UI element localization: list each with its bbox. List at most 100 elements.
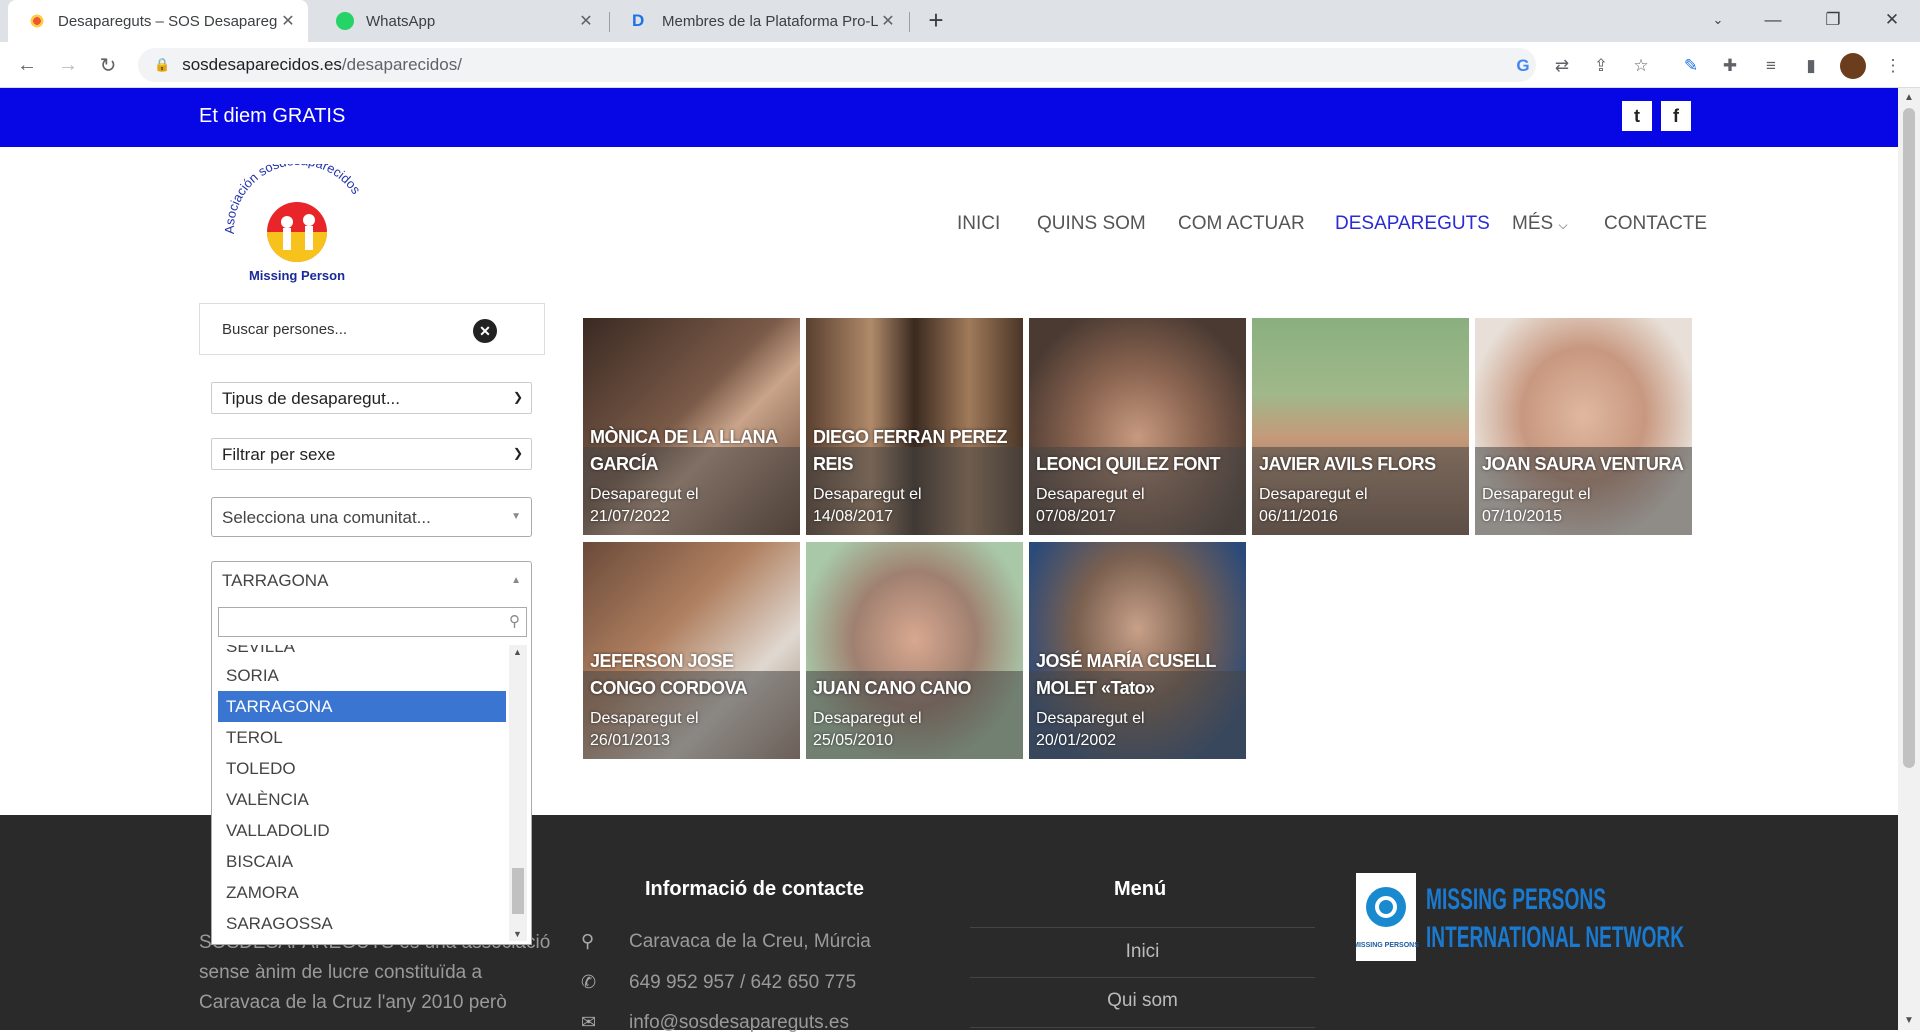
- person-card[interactable]: LEONCI QUILEZ FONT Desaparegut el 07/08/2…: [1029, 318, 1246, 535]
- nav-contacte[interactable]: CONTACTE: [1604, 213, 1707, 235]
- side-panel-icon[interactable]: ▮: [1800, 55, 1822, 77]
- person-card[interactable]: JOAN SAURA VENTURA Desaparegut el 07/10/2…: [1475, 318, 1692, 535]
- option-terol[interactable]: TEROL: [218, 722, 506, 753]
- person-card[interactable]: DIEGO FERRAN PEREZ REIS Desaparegut el 14…: [806, 318, 1023, 535]
- tab-whatsapp[interactable]: WhatsApp ✕: [316, 0, 606, 42]
- reload-icon[interactable]: ↻: [94, 51, 122, 79]
- nav-com-actuar[interactable]: COM ACTUAR: [1178, 213, 1305, 235]
- option-valladolid[interactable]: VALLADOLID: [218, 815, 506, 846]
- extension-feather-icon[interactable]: ✎: [1680, 55, 1702, 77]
- province-dropdown: ⚲ SEVILLA SORIA TARRAGONA TEROL TOLEDO V…: [211, 593, 532, 945]
- email-link[interactable]: info@sosdesapareguts.es: [629, 1012, 849, 1034]
- scroll-up-icon[interactable]: ▲: [513, 647, 522, 657]
- caret-up-icon: ▲: [511, 575, 521, 586]
- clear-search-icon[interactable]: ✕: [473, 319, 497, 343]
- url-host: sosdesaparecidos.es: [182, 55, 342, 74]
- forward-icon[interactable]: →: [54, 51, 82, 79]
- address-bar: ← → ↻ 🔒 sosdesaparecidos.es/desaparecido…: [0, 42, 1920, 88]
- province-options: SEVILLA SORIA TARRAGONA TEROL TOLEDO VAL…: [218, 645, 508, 944]
- restore-icon[interactable]: ❐: [1805, 0, 1861, 40]
- sex-select[interactable]: Filtrar per sexe ❯: [211, 438, 532, 470]
- scroll-down-icon[interactable]: ▼: [513, 929, 522, 939]
- nav-quins-som[interactable]: QUINS SOM: [1037, 213, 1146, 235]
- share-icon[interactable]: ⇪: [1590, 55, 1612, 77]
- close-window-icon[interactable]: ✕: [1864, 0, 1920, 40]
- option-zamora[interactable]: ZAMORA: [218, 877, 506, 908]
- nav-inici[interactable]: INICI: [957, 213, 1000, 235]
- person-card[interactable]: JUAN CANO CANO Desaparegut el 25/05/2010: [806, 542, 1023, 759]
- twitter-icon[interactable]: t: [1622, 101, 1652, 131]
- url-field[interactable]: 🔒 sosdesaparecidos.es/desaparecidos/: [138, 48, 1536, 82]
- back-icon[interactable]: ←: [13, 51, 41, 79]
- person-name: JAVIER AVILS FLORS: [1259, 454, 1436, 474]
- bookmark-star-icon[interactable]: ☆: [1630, 55, 1652, 77]
- missing-persons-network-logo[interactable]: MISSING PERSONS MISSING PERSONS INTERNAT…: [1356, 873, 1686, 961]
- option-biscaia[interactable]: BISCAIA: [218, 846, 506, 877]
- province-select[interactable]: TARRAGONA ▲: [211, 561, 532, 595]
- community-select[interactable]: Selecciona una comunitat... ▼: [211, 497, 532, 537]
- tab-plataforma[interactable]: D Membres de la Plataforma Pro-Ll ✕: [612, 0, 908, 42]
- option-valencia[interactable]: VALÈNCIA: [218, 784, 506, 815]
- tab-search-icon[interactable]: ⌄: [1690, 0, 1746, 40]
- footer-menu-qui-som[interactable]: Qui som: [970, 990, 1315, 1012]
- type-select[interactable]: Tipus de desaparegut... ❯: [211, 382, 532, 414]
- scroll-up-icon[interactable]: ▲: [1904, 92, 1914, 103]
- missing-date: Desaparegut el 07/08/2017: [1036, 484, 1145, 528]
- profile-avatar[interactable]: [1840, 53, 1866, 79]
- mpin-line1: MISSING PERSONS: [1426, 883, 1606, 916]
- chevron-down-icon: ⌵: [1558, 218, 1568, 232]
- option-saragossa[interactable]: SARAGOSSA: [218, 908, 506, 939]
- google-icon[interactable]: G: [1512, 55, 1534, 77]
- tab-title: WhatsApp: [366, 12, 436, 30]
- site-logo[interactable]: Asociación sosdesaparecidos Missing Pers…: [222, 164, 372, 286]
- nav-desapareguts[interactable]: DESAPAREGUTS: [1335, 213, 1490, 235]
- date-value: 07/08/2017: [1036, 508, 1117, 525]
- minimize-icon[interactable]: —: [1745, 0, 1801, 40]
- option-soria[interactable]: SORIA: [218, 660, 506, 691]
- date-value: 26/01/2013: [590, 732, 671, 749]
- footer-menu-inici[interactable]: Inici: [970, 941, 1315, 963]
- tab-title: Desapareguts – SOS Desaparegu: [58, 12, 278, 30]
- phone-text: 649 952 957 / 642 650 775: [629, 972, 857, 993]
- facebook-icon[interactable]: f: [1661, 101, 1691, 131]
- search-placeholder: Buscar persones...: [222, 321, 348, 338]
- person-name: MÒNICA DE LA LLANA GARCÍA: [590, 427, 777, 474]
- person-name: LEONCI QUILEZ FONT: [1036, 454, 1221, 474]
- lock-icon: 🔒: [154, 57, 171, 72]
- menu-divider: [970, 927, 1315, 928]
- option-toledo[interactable]: TOLEDO: [218, 753, 506, 784]
- province-select-value: TARRAGONA: [222, 571, 329, 590]
- nav-mes[interactable]: MÉS ⌵: [1512, 213, 1568, 235]
- tab-desapareguts[interactable]: Desapareguts – SOS Desaparegu ✕: [8, 0, 308, 42]
- date-label: Desaparegut el: [590, 710, 699, 727]
- date-label: Desaparegut el: [813, 710, 922, 727]
- person-card[interactable]: MÒNICA DE LA LLANA GARCÍA Desaparegut el…: [583, 318, 800, 535]
- dropdown-scroll-thumb[interactable]: [512, 868, 524, 914]
- province-search-input[interactable]: ⚲: [218, 607, 527, 637]
- scrollbar-thumb[interactable]: [1903, 108, 1915, 768]
- menu-dots-icon[interactable]: ⋮: [1882, 55, 1904, 77]
- close-tab-icon[interactable]: ✕: [576, 11, 596, 31]
- missing-date: Desaparegut el 26/01/2013: [590, 708, 699, 752]
- dropdown-scrollbar[interactable]: ▲ ▼: [509, 645, 527, 941]
- page-scrollbar[interactable]: ▲ ▼: [1898, 88, 1920, 1030]
- person-name: JEFERSON JOSE CONGO CORDOVA: [590, 651, 748, 698]
- new-tab-icon[interactable]: +: [908, 0, 964, 40]
- extensions-puzzle-icon[interactable]: ✚: [1719, 55, 1741, 77]
- person-card[interactable]: JOSÉ MARÍA CUSELL MOLET «Tato» Desapareg…: [1029, 542, 1246, 759]
- person-card[interactable]: JEFERSON JOSE CONGO CORDOVA Desaparegut …: [583, 542, 800, 759]
- close-tab-icon[interactable]: ✕: [878, 11, 898, 31]
- option-tarragona[interactable]: TARRAGONA: [218, 691, 506, 722]
- phone-icon: ✆: [581, 972, 597, 992]
- missing-date: Desaparegut el 25/05/2010: [813, 708, 922, 752]
- date-value: 20/01/2002: [1036, 732, 1117, 749]
- search-box[interactable]: Buscar persones... ✕: [199, 303, 545, 355]
- media-queue-icon[interactable]: ≡: [1760, 55, 1782, 77]
- community-select-value: Selecciona una comunitat...: [222, 508, 431, 527]
- translate-icon[interactable]: ⇄: [1551, 55, 1573, 77]
- close-tab-icon[interactable]: ✕: [278, 11, 298, 31]
- mpin-line2: INTERNATIONAL NETWORK: [1426, 921, 1684, 954]
- person-name: JUAN CANO CANO: [813, 678, 972, 698]
- scroll-down-icon[interactable]: ▼: [1904, 1015, 1914, 1026]
- person-card[interactable]: JAVIER AVILS FLORS Desaparegut el 06/11/2…: [1252, 318, 1469, 535]
